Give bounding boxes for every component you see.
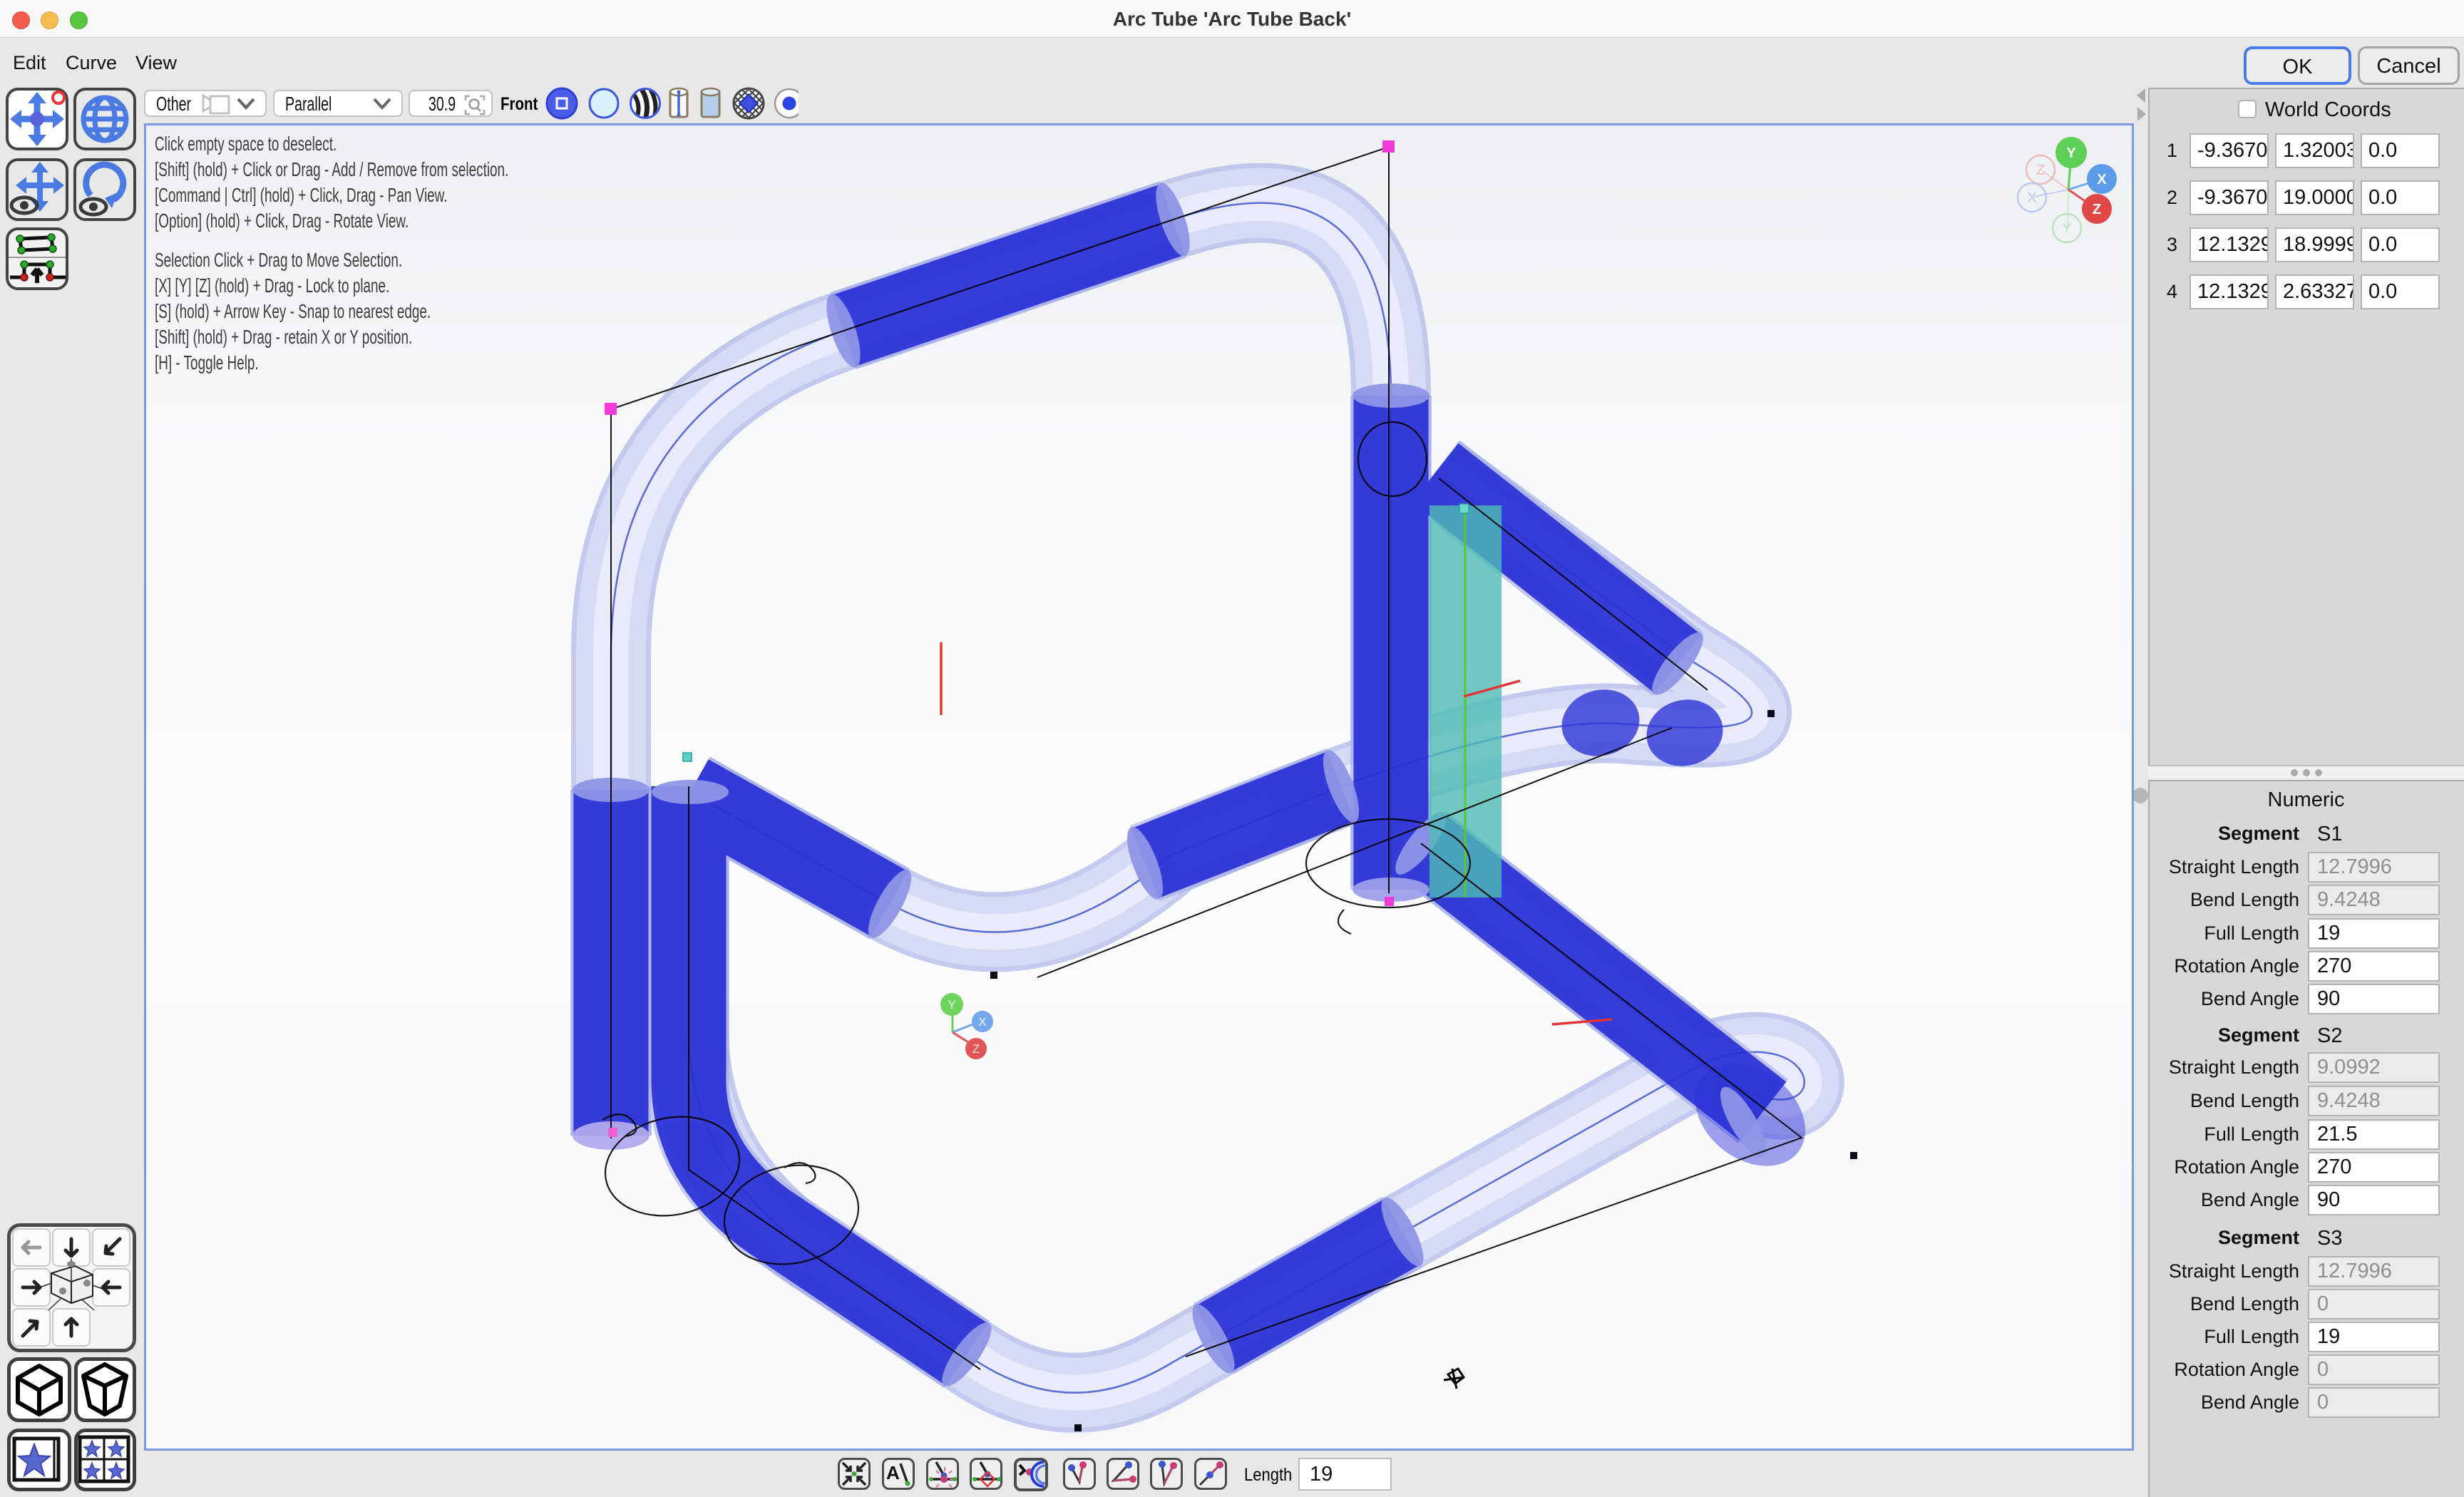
svg-text:Z: Z (2093, 202, 2101, 217)
svg-text:A: A (886, 1462, 900, 1483)
svg-text:X: X (2097, 172, 2107, 187)
svg-text:X: X (2027, 190, 2036, 206)
svg-text:Y: Y (948, 998, 955, 1012)
svg-text:Z: Z (972, 1042, 980, 1056)
svg-text:Y: Y (2066, 145, 2076, 161)
svg-text:Y: Y (2062, 221, 2071, 237)
svg-text:Z: Z (2036, 163, 2045, 178)
svg-text:X: X (978, 1015, 986, 1029)
